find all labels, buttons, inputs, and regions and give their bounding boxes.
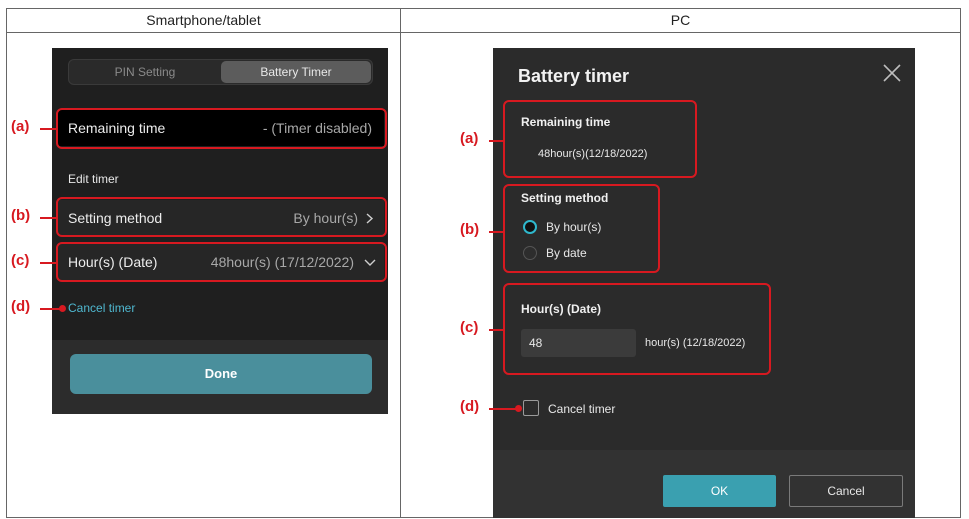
callout-a-pc: (a) xyxy=(460,130,479,147)
highlight-box-b-mobile xyxy=(56,197,387,237)
cancel-timer-link[interactable]: Cancel timer xyxy=(68,301,135,315)
segmented-control: PIN Setting Battery Timer xyxy=(68,59,373,85)
callout-leader xyxy=(40,217,56,219)
column-header-mobile: Smartphone/tablet xyxy=(146,12,261,28)
callout-c-pc: (c) xyxy=(460,319,479,336)
callout-c-mobile: (c) xyxy=(11,252,30,269)
callout-a-mobile: (a) xyxy=(11,118,30,135)
dialog-footer: OK Cancel xyxy=(493,450,915,518)
callout-d-mobile: (d) xyxy=(11,298,31,315)
tab-pin-setting[interactable]: PIN Setting xyxy=(69,60,221,84)
callout-leader xyxy=(40,262,56,264)
column-divider xyxy=(400,9,401,517)
highlight-box-c-mobile xyxy=(56,242,387,282)
callout-leader xyxy=(489,408,517,410)
dialog-title: Battery timer xyxy=(518,66,630,86)
highlight-box-c-pc xyxy=(503,283,771,375)
edit-timer-heading: Edit timer xyxy=(68,172,119,186)
callout-b-pc: (b) xyxy=(460,221,480,238)
tab-battery-timer[interactable]: Battery Timer xyxy=(221,61,371,83)
highlight-box-a-pc xyxy=(503,100,697,178)
ok-button[interactable]: OK xyxy=(663,475,776,507)
callout-d-pc: (d) xyxy=(460,398,480,415)
callout-dot xyxy=(59,305,66,312)
header-divider xyxy=(7,32,960,33)
close-icon[interactable] xyxy=(881,62,903,84)
callout-leader xyxy=(489,140,503,142)
cancel-button[interactable]: Cancel xyxy=(789,475,903,507)
callout-leader xyxy=(40,128,56,130)
done-button[interactable]: Done xyxy=(70,354,372,394)
highlight-box-b-pc xyxy=(503,184,660,273)
column-header-pc: PC xyxy=(670,12,691,28)
callout-b-mobile: (b) xyxy=(11,207,31,224)
highlight-box-a-mobile xyxy=(56,108,387,149)
callout-leader xyxy=(489,231,503,233)
cancel-timer-label: Cancel timer xyxy=(548,402,616,416)
callout-leader xyxy=(40,308,60,310)
callout-leader xyxy=(489,329,503,331)
cancel-timer-checkbox[interactable] xyxy=(523,400,539,416)
callout-dot xyxy=(515,405,522,412)
mobile-footer: Done xyxy=(52,340,388,414)
